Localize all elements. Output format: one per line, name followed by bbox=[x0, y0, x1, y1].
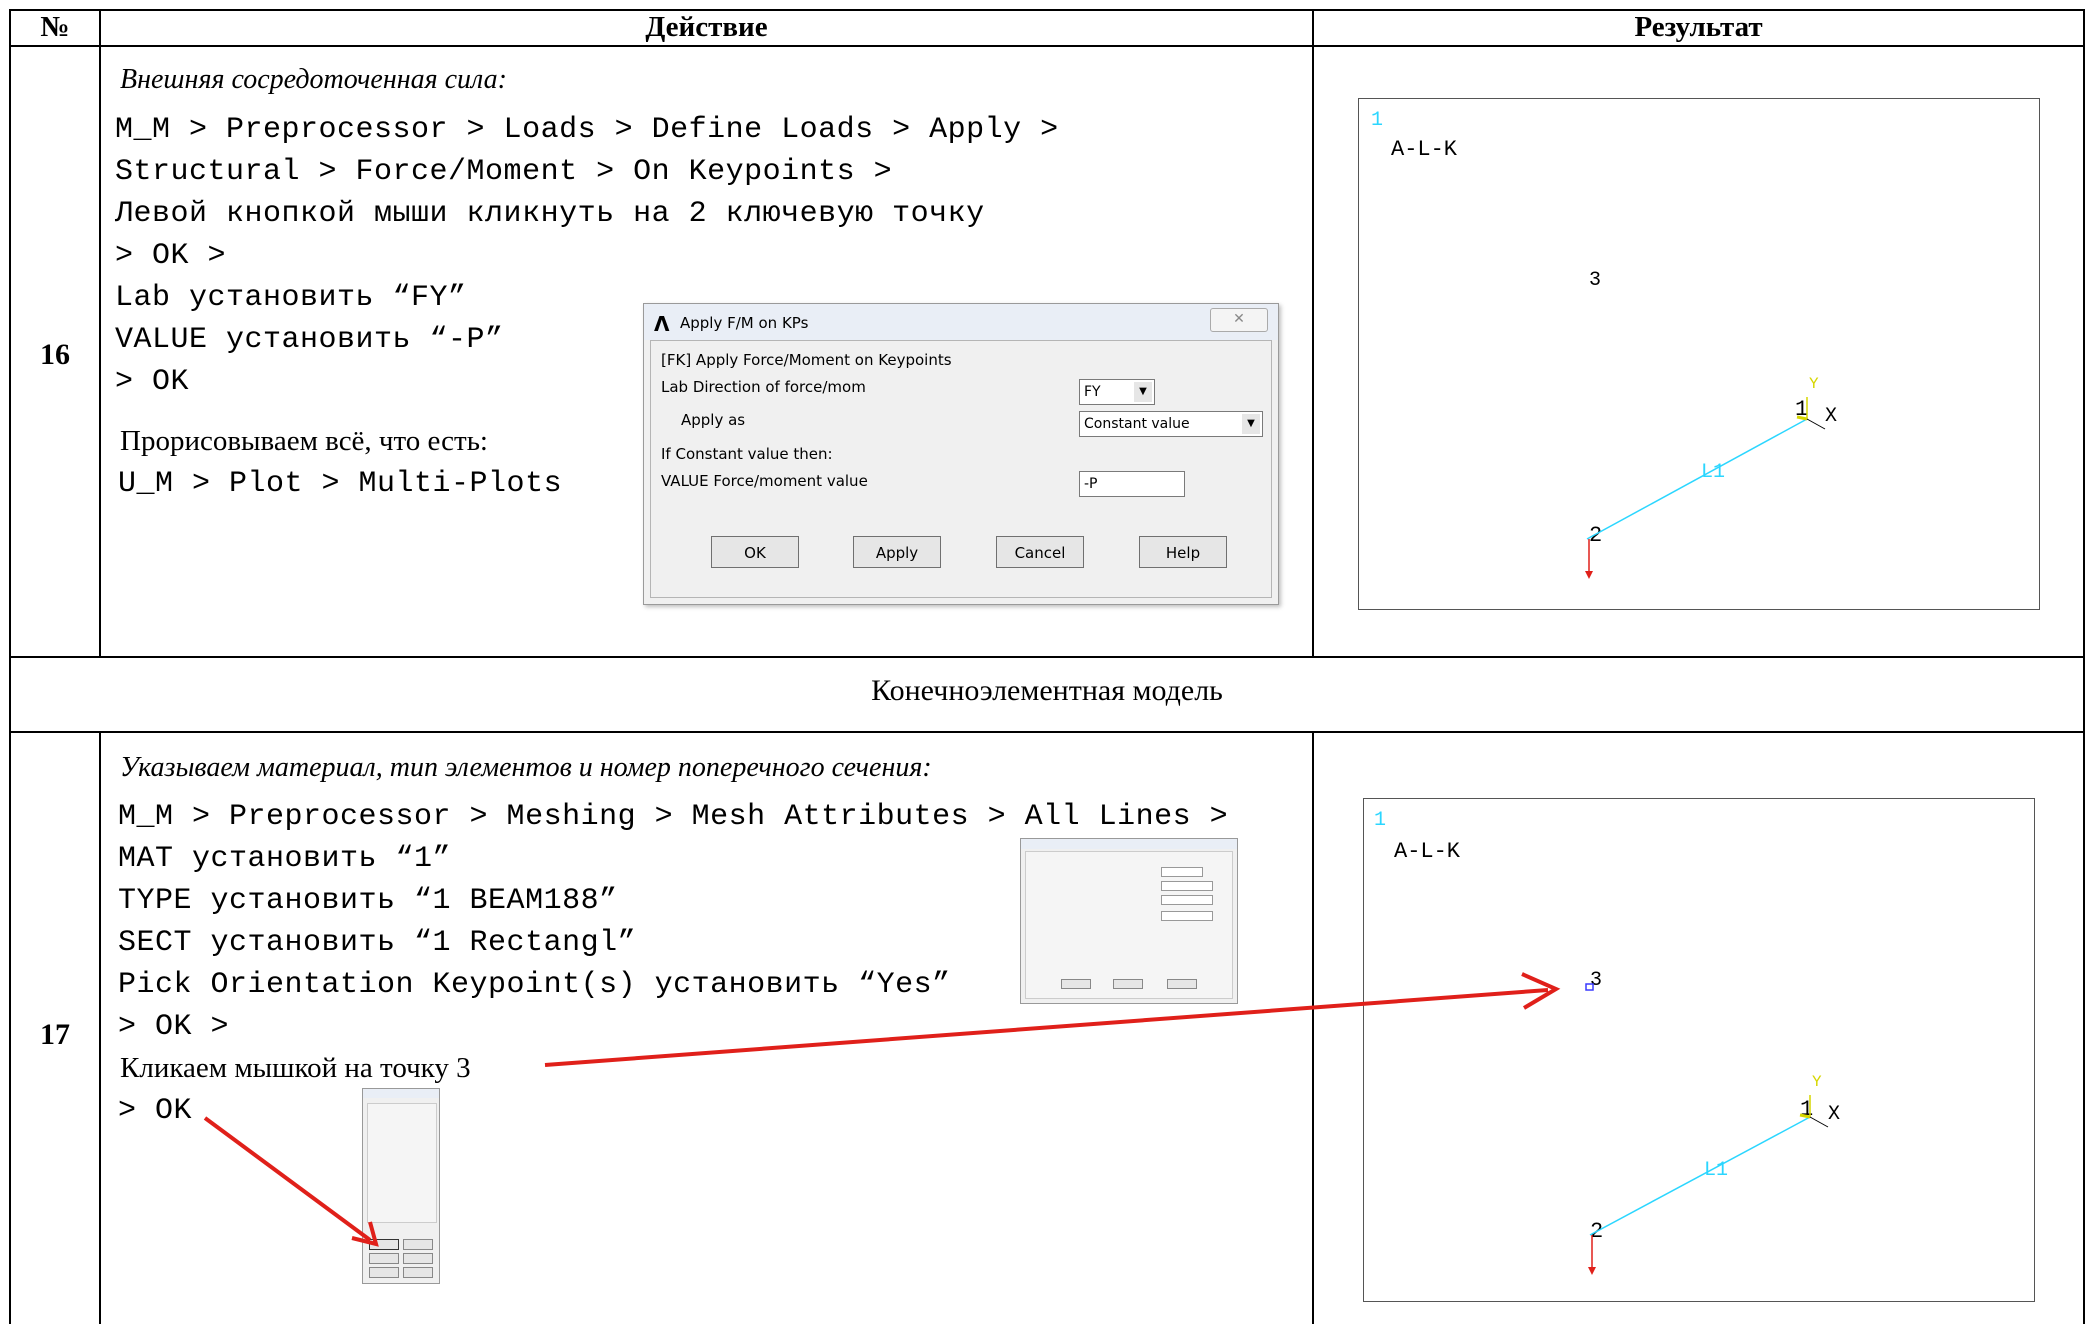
arrow-to-ok-button bbox=[203, 1116, 372, 1242]
arrow-to-ok-button-head bbox=[351, 1221, 379, 1247]
annotation-arrows bbox=[203, 972, 1561, 1247]
arrow-to-point-3 bbox=[544, 988, 1549, 1067]
